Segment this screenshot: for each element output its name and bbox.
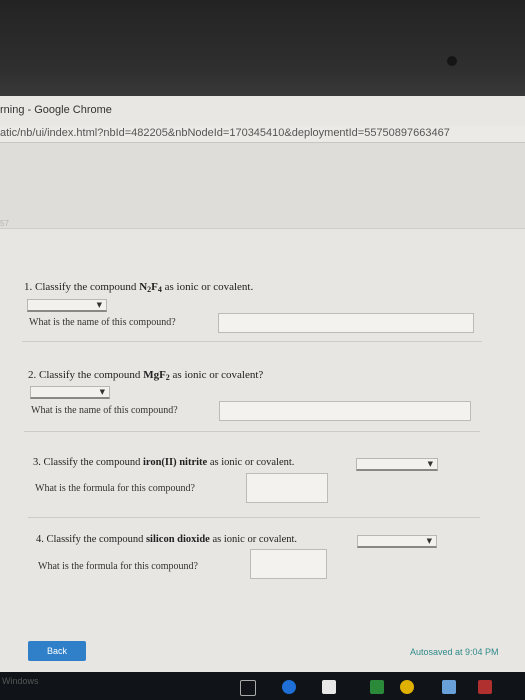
monitor-bezel (0, 0, 525, 100)
chrome-icon[interactable] (400, 680, 414, 694)
divider (28, 517, 480, 518)
edge-browser-icon[interactable] (282, 680, 296, 694)
compound-name-input-2[interactable] (219, 401, 471, 421)
screen: rning - Google Chrome atic/nb/ui/index.h… (0, 96, 525, 676)
divider (22, 341, 482, 342)
classification-dropdown-4[interactable]: ▼ (357, 535, 437, 548)
question-4-prompt: 4. Classify the compound silicon dioxide… (36, 534, 297, 545)
chevron-down-icon: ▼ (427, 460, 433, 468)
prompt-text: as ionic or covalent. (207, 457, 295, 468)
page-header: 57 (0, 143, 525, 229)
name-label-1: What is the name of this compound? (29, 317, 176, 328)
question-number: 2. (28, 369, 37, 381)
prompt-text: Classify the compound (39, 369, 144, 381)
classification-dropdown-3[interactable]: ▼ (356, 458, 438, 471)
chevron-down-icon: ▼ (96, 301, 102, 309)
classification-dropdown-1[interactable]: ▼ (27, 299, 107, 312)
compound-name: iron(II) nitrite (142, 457, 208, 468)
question-number: 4. (36, 534, 44, 545)
prompt-text: Classify the compound (43, 457, 143, 468)
question-2-prompt: 2. Classify the compound MgF2 as ionic o… (28, 369, 263, 382)
name-label-2: What is the name of this compound? (31, 405, 178, 416)
compound-formula: MgF2 (143, 369, 170, 382)
formula-input-3[interactable] (246, 473, 328, 503)
webcam-icon (447, 56, 457, 66)
divider (24, 431, 480, 432)
page: 57 1. Classify the compound N2F4 as ioni… (0, 143, 525, 676)
question-number: 3. (33, 457, 41, 468)
question-3-prompt: 3. Classify the compound iron(II) nitrit… (33, 457, 294, 468)
compound-name-input-1[interactable] (218, 313, 474, 333)
windows-watermark: Windows (2, 676, 39, 686)
app-icon[interactable] (478, 680, 492, 694)
url-text: atic/nb/ui/index.html?nbId=482205&nbNode… (0, 127, 450, 139)
prompt-text: as ionic or covalent. (161, 281, 254, 293)
back-button[interactable]: Back (28, 641, 86, 661)
question-content: 1. Classify the compound N2F4 as ionic o… (0, 229, 525, 676)
formula-label-3: What is the formula for this compound? (35, 483, 195, 494)
chevron-down-icon: ▼ (426, 537, 432, 545)
windows-taskbar: Windows (0, 672, 525, 700)
prompt-text: Classify the compound (35, 281, 140, 293)
compound-formula: N2F4 (139, 281, 162, 294)
address-bar[interactable]: atic/nb/ui/index.html?nbId=482205&nbNode… (0, 126, 525, 143)
app-icon[interactable] (442, 680, 456, 694)
store-icon[interactable] (322, 680, 336, 694)
header-faint-text: 57 (0, 219, 9, 228)
browser-titlebar: rning - Google Chrome (0, 96, 525, 126)
formula-input-4[interactable] (250, 549, 327, 579)
compound-name: silicon dioxide (145, 534, 210, 545)
autosave-status: Autosaved at 9:04 PM (410, 647, 499, 657)
question-1-prompt: 1. Classify the compound N2F4 as ionic o… (24, 281, 253, 294)
question-number: 1. (24, 281, 33, 293)
prompt-text: as ionic or covalent. (209, 534, 298, 545)
app-icon[interactable] (370, 680, 384, 694)
task-view-icon[interactable] (240, 680, 256, 696)
formula-label-4: What is the formula for this compound? (38, 561, 198, 572)
window-title: rning - Google Chrome (0, 104, 112, 116)
chevron-down-icon: ▼ (99, 388, 105, 396)
prompt-text: Classify the compound (46, 534, 146, 545)
classification-dropdown-2[interactable]: ▼ (30, 386, 110, 399)
prompt-text: as ionic or covalent? (169, 369, 264, 381)
